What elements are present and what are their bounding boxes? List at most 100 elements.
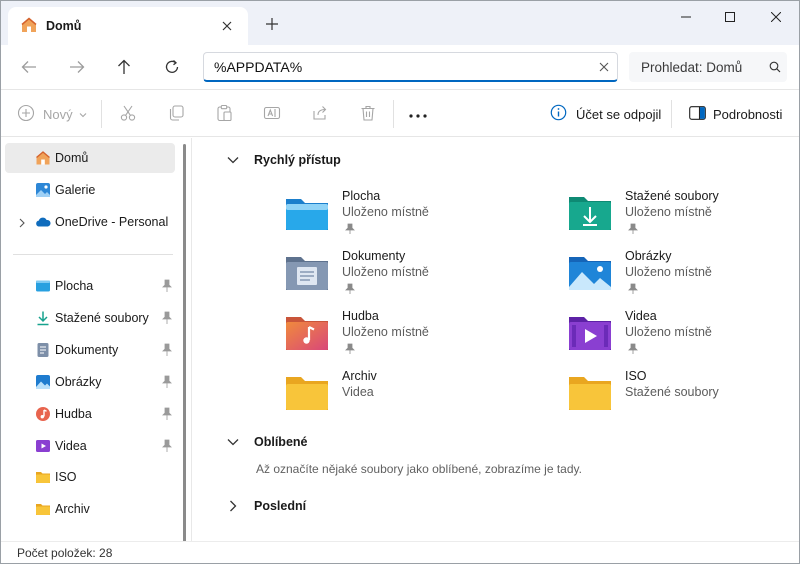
forward-button[interactable] bbox=[61, 51, 93, 83]
rename-icon bbox=[263, 104, 281, 125]
details-button[interactable]: Podrobnosti bbox=[689, 99, 782, 129]
new-button[interactable]: Nový bbox=[17, 99, 87, 129]
search-icon bbox=[763, 61, 787, 73]
quick-access-item-desktop[interactable]: Plocha Uloženo místně bbox=[285, 189, 545, 241]
tab-home[interactable]: Domů bbox=[8, 7, 248, 45]
item-location: Uloženo místně bbox=[342, 325, 429, 339]
sidebar-item-label: Galerie bbox=[55, 183, 96, 197]
sidebar-item-label: OneDrive - Personal bbox=[55, 215, 169, 229]
pin-icon[interactable] bbox=[161, 279, 173, 293]
pin-icon[interactable] bbox=[161, 311, 173, 325]
quick-access-item-music[interactable]: Hudba Uloženo místně bbox=[285, 309, 545, 361]
minimize-button[interactable] bbox=[663, 1, 709, 33]
command-bar: Nový Účet se odpojil Podrobnosti bbox=[1, 89, 799, 137]
clear-address-icon[interactable] bbox=[591, 54, 617, 80]
more-icon bbox=[409, 107, 427, 121]
status-bar: Počet položek: 28 bbox=[1, 541, 799, 563]
sidebar-scrollbar[interactable] bbox=[183, 144, 186, 544]
quick-access-item-iso[interactable]: ISO Stažené soubory bbox=[568, 369, 800, 421]
sidebar-divider bbox=[13, 254, 173, 255]
sidebar-item-videos[interactable]: Videa bbox=[5, 431, 175, 461]
item-location: Videa bbox=[342, 385, 374, 399]
main-content: Rychlý přístup Plocha Uloženo místně Sta… bbox=[192, 138, 799, 541]
account-status-button[interactable]: Účet se odpojil bbox=[550, 99, 661, 129]
item-name: Videa bbox=[625, 309, 657, 323]
pin-icon bbox=[628, 223, 638, 235]
share-icon bbox=[311, 104, 329, 125]
desktop-folder-icon bbox=[285, 193, 329, 233]
sidebar-item-label: Hudba bbox=[55, 407, 92, 421]
command-separator bbox=[671, 100, 672, 128]
refresh-button[interactable] bbox=[156, 51, 188, 83]
downloads-folder-icon bbox=[568, 193, 612, 233]
share-button[interactable] bbox=[311, 99, 329, 129]
close-window-button[interactable] bbox=[753, 1, 799, 33]
copy-icon bbox=[167, 104, 185, 125]
pin-icon[interactable] bbox=[161, 439, 173, 453]
quick-access-item-documents[interactable]: Dokumenty Uloženo místně bbox=[285, 249, 545, 301]
favorites-header[interactable]: Oblíbené bbox=[226, 435, 307, 449]
sidebar-item-documents[interactable]: Dokumenty bbox=[5, 335, 175, 365]
pin-icon[interactable] bbox=[161, 343, 173, 357]
quick-access-item-videos[interactable]: Videa Uloženo místně bbox=[568, 309, 800, 361]
quick-access-item-archive[interactable]: Archiv Videa bbox=[285, 369, 545, 421]
sidebar-item-archive[interactable]: Archiv bbox=[5, 494, 175, 524]
sidebar-item-music[interactable]: Hudba bbox=[5, 399, 175, 429]
pin-icon bbox=[345, 283, 355, 295]
favorites-empty-message: Až označíte nějaké soubory jako oblíbené… bbox=[256, 462, 582, 476]
folder-icon bbox=[568, 373, 612, 413]
item-name: Stažené soubory bbox=[625, 189, 719, 203]
sidebar-item-home[interactable]: Domů bbox=[5, 143, 175, 173]
account-status-label: Účet se odpojil bbox=[576, 106, 662, 122]
cut-button[interactable] bbox=[119, 99, 137, 129]
up-button[interactable] bbox=[108, 51, 140, 83]
recent-header[interactable]: Poslední bbox=[226, 499, 306, 513]
chevron-right-icon[interactable] bbox=[17, 217, 27, 228]
sidebar-item-iso[interactable]: ISO bbox=[5, 462, 175, 492]
sidebar-item-pictures[interactable]: Obrázky bbox=[5, 367, 175, 397]
section-title: Poslední bbox=[254, 499, 307, 513]
sidebar-item-label: Stažené soubory bbox=[55, 311, 149, 325]
sidebar-item-gallery[interactable]: Galerie bbox=[5, 175, 175, 205]
sidebar-item-downloads[interactable]: Stažené soubory bbox=[5, 303, 175, 333]
copy-button[interactable] bbox=[167, 99, 185, 129]
address-input[interactable]: %APPDATA% bbox=[214, 59, 591, 75]
delete-button[interactable] bbox=[359, 99, 377, 129]
item-location: Stažené soubory bbox=[625, 385, 719, 399]
item-name: Hudba bbox=[342, 309, 379, 323]
quick-access-item-downloads[interactable]: Stažené soubory Uloženo místně bbox=[568, 189, 800, 241]
search-input[interactable]: Prohledat: Domů bbox=[641, 60, 763, 75]
tab-title: Domů bbox=[46, 19, 82, 33]
item-name: Plocha bbox=[342, 189, 381, 203]
sidebar-item-onedrive[interactable]: OneDrive - Personal bbox=[5, 207, 175, 237]
pictures-icon bbox=[35, 374, 51, 390]
chevron-right-icon bbox=[226, 499, 240, 513]
sidebar-item-label: ISO bbox=[55, 470, 77, 484]
quick-access-item-pictures[interactable]: Obrázky Uloženo místně bbox=[568, 249, 800, 301]
details-label: Podrobnosti bbox=[713, 106, 783, 122]
sidebar-item-desktop[interactable]: Plocha bbox=[5, 271, 175, 301]
search-box[interactable]: Prohledat: Domů bbox=[629, 52, 787, 82]
more-options-button[interactable] bbox=[409, 99, 427, 129]
chevron-down-icon bbox=[226, 153, 240, 167]
navigation-pane: Domů Galerie OneDrive - Personal Plocha bbox=[1, 138, 191, 544]
sidebar-item-label: Obrázky bbox=[55, 375, 102, 389]
plus-circle-icon bbox=[17, 104, 35, 125]
title-bar: Domů bbox=[1, 1, 799, 45]
paste-button[interactable] bbox=[215, 99, 233, 129]
chevron-down-icon bbox=[79, 107, 87, 121]
close-tab-icon[interactable] bbox=[214, 13, 240, 39]
onedrive-icon bbox=[35, 214, 51, 230]
address-bar[interactable]: %APPDATA% bbox=[203, 52, 618, 82]
command-separator bbox=[101, 100, 102, 128]
sidebar-item-label: Domů bbox=[55, 151, 89, 165]
info-icon bbox=[550, 104, 567, 124]
back-button[interactable] bbox=[13, 51, 45, 83]
pin-icon bbox=[628, 283, 638, 295]
maximize-button[interactable] bbox=[707, 1, 753, 33]
new-tab-button[interactable] bbox=[259, 11, 285, 37]
pin-icon[interactable] bbox=[161, 375, 173, 389]
pin-icon[interactable] bbox=[161, 407, 173, 421]
rename-button[interactable] bbox=[263, 99, 281, 129]
quick-access-header[interactable]: Rychlý přístup bbox=[226, 153, 341, 167]
